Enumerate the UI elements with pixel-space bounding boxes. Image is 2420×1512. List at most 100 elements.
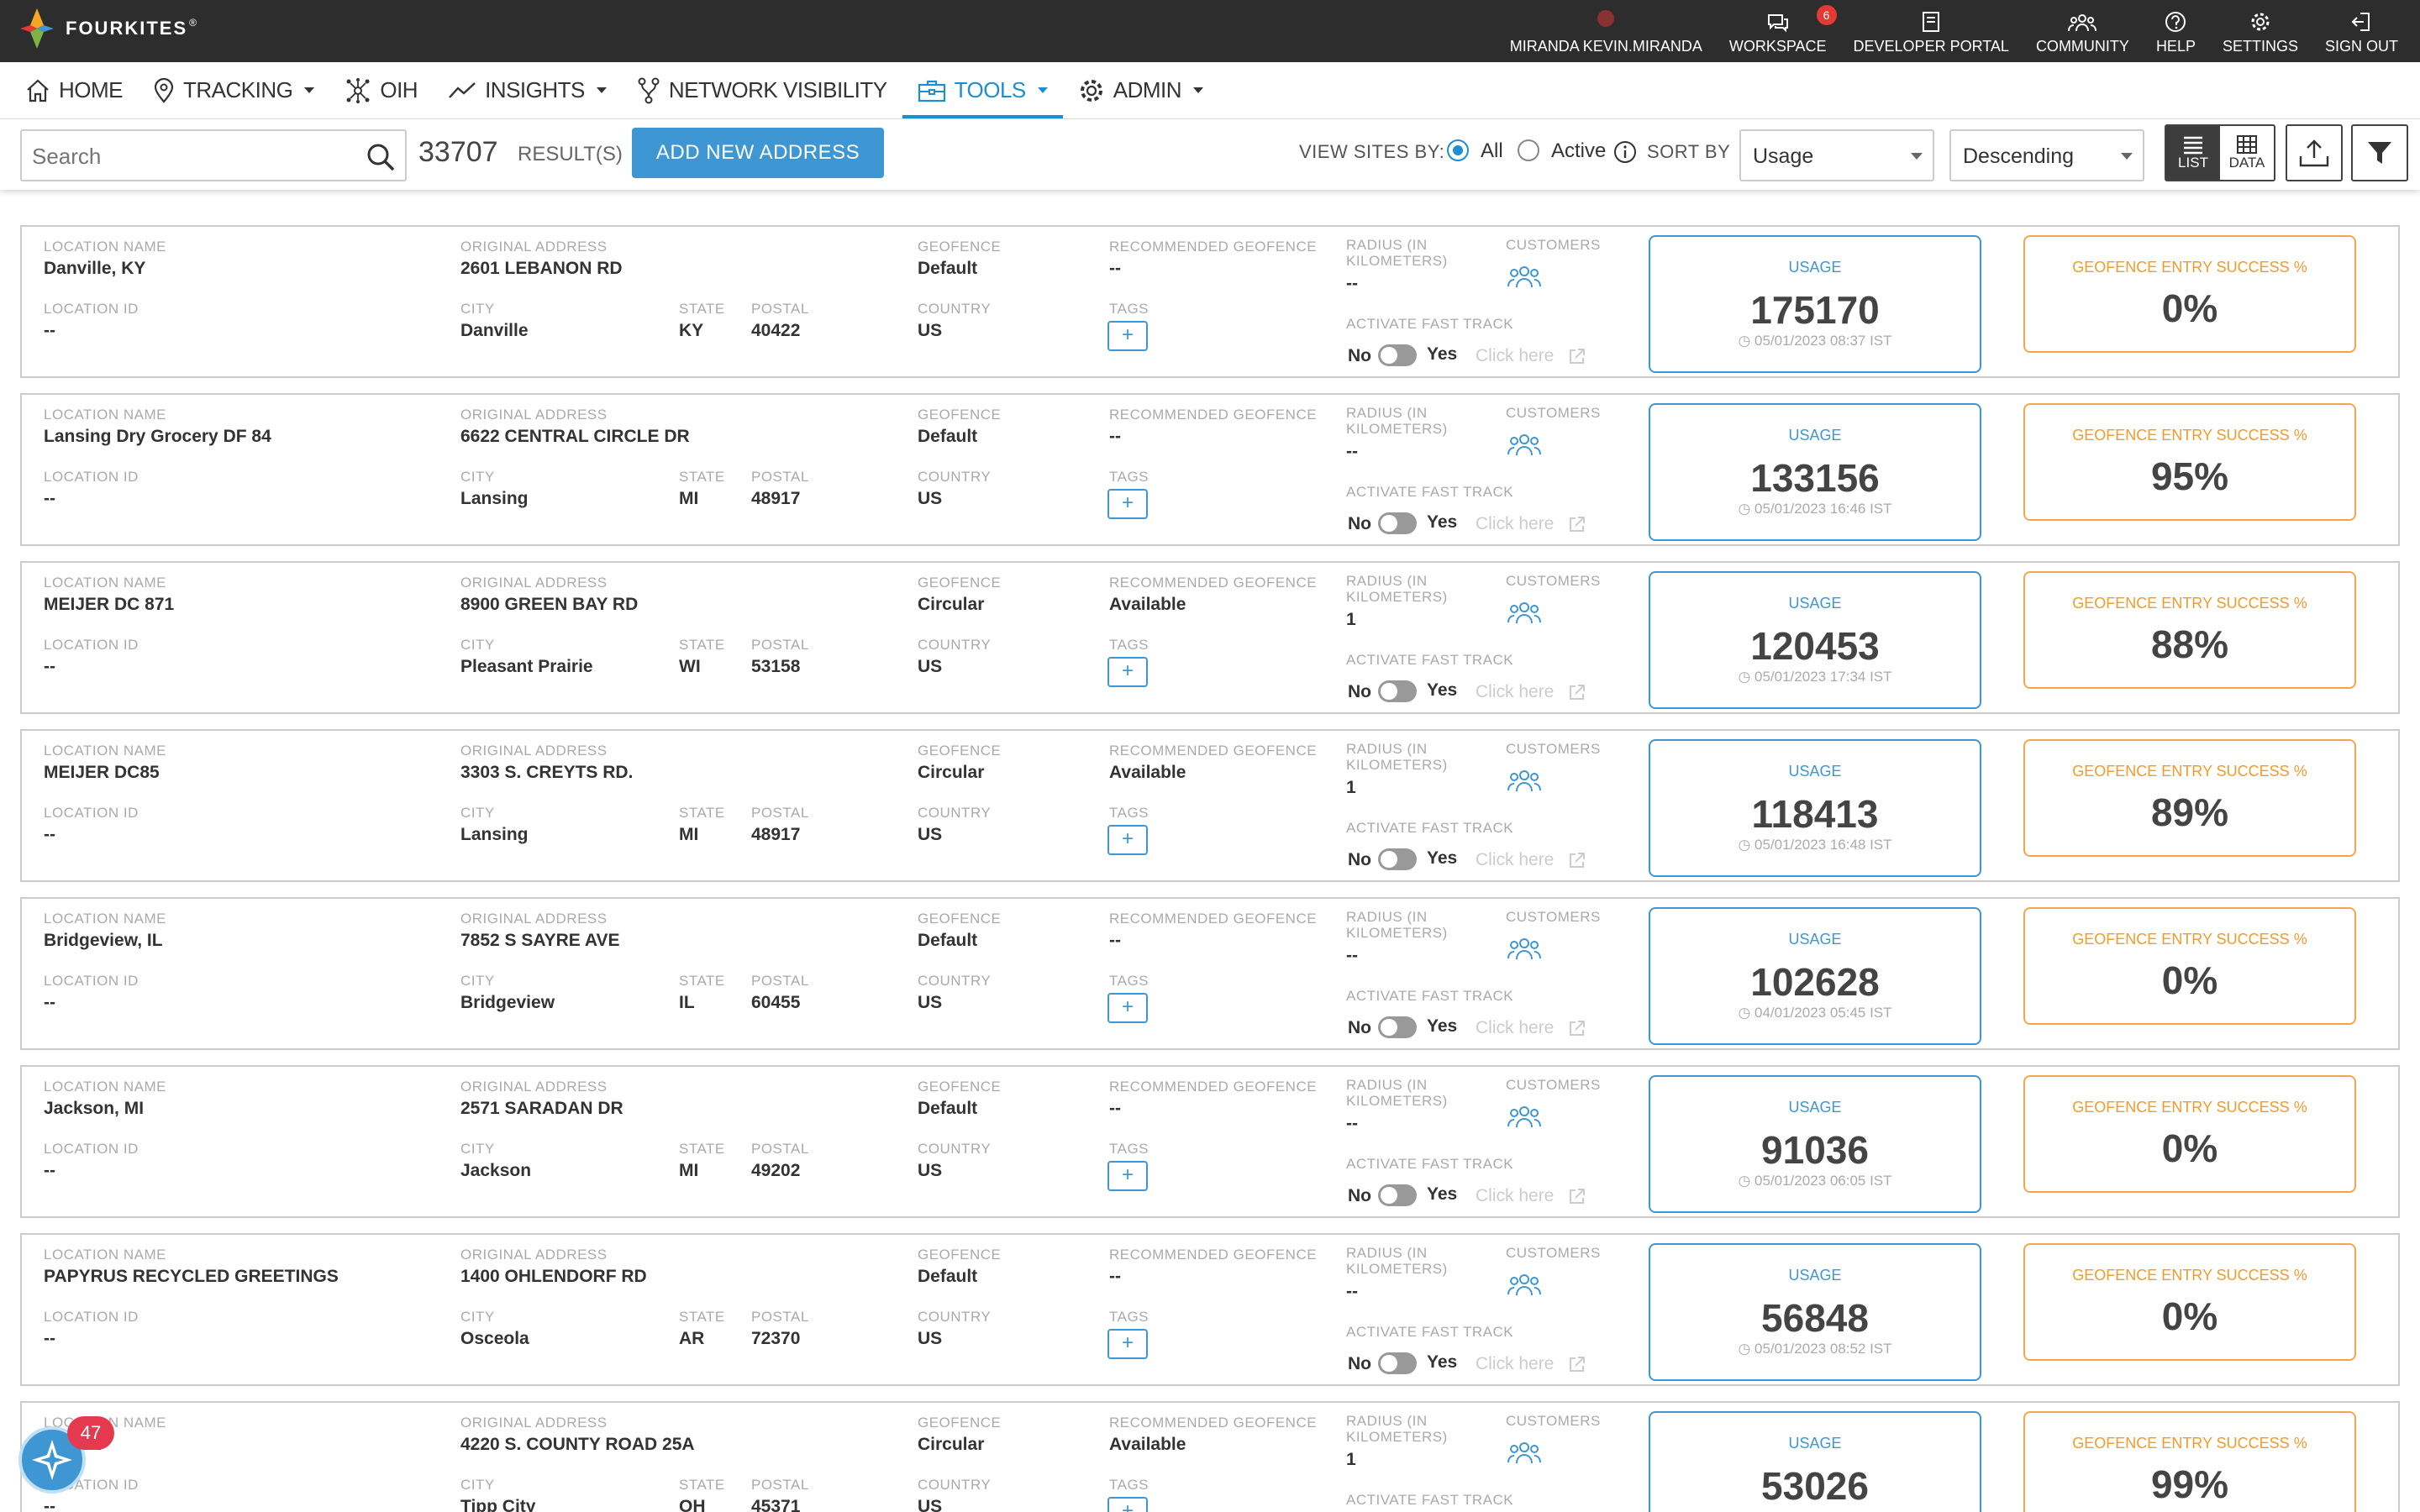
- search-icon[interactable]: [365, 141, 397, 177]
- site-card[interactable]: LOCATION NAME MEIJER DC85 LOCATION ID --…: [20, 729, 2400, 882]
- nav-insights[interactable]: INSIGHTS: [433, 62, 622, 118]
- customers-icon[interactable]: [1507, 1440, 1541, 1465]
- community-button[interactable]: COMMUNITY: [2023, 0, 2143, 62]
- list-view-button[interactable]: LIST: [2166, 126, 2220, 180]
- click-here-link[interactable]: Click here: [1476, 682, 1554, 702]
- click-here-link[interactable]: Click here: [1476, 514, 1554, 534]
- sign-out-button[interactable]: SIGN OUT: [2312, 0, 2412, 62]
- city: Jackson: [460, 1161, 532, 1180]
- activate-fast-track-label: ACTIVATE FAST TRACK: [1346, 988, 1514, 1004]
- radius: 1: [1346, 1450, 1356, 1469]
- customers-icon[interactable]: [1507, 432, 1541, 457]
- fast-track-toggle[interactable]: [1378, 512, 1417, 534]
- site-card[interactable]: LOCATION NAME Danville, KY LOCATION ID -…: [20, 225, 2400, 378]
- add-tag-button[interactable]: +: [1107, 1497, 1148, 1512]
- fast-track-yes: Yes: [1427, 1352, 1458, 1372]
- geofence-success-value: 89%: [2150, 790, 2229, 834]
- customers-icon[interactable]: [1507, 1272, 1541, 1297]
- branch-icon: [638, 77, 660, 103]
- nav-oih[interactable]: OIH: [329, 62, 433, 118]
- customers-icon[interactable]: [1507, 264, 1541, 289]
- site-card[interactable]: LOCATION NAME DF 802 LOCATION ID -- ORIG…: [20, 1401, 2400, 1512]
- tags-label: TAGS: [1109, 1141, 1150, 1157]
- geofence-success-label: GEOFENCE ENTRY SUCCESS %: [2072, 1435, 2307, 1452]
- customers-icon[interactable]: [1507, 768, 1541, 793]
- fast-track-toggle[interactable]: [1378, 848, 1417, 870]
- customers-icon[interactable]: [1507, 1104, 1541, 1129]
- customers-icon[interactable]: [1507, 936, 1541, 961]
- add-new-address-button[interactable]: ADD NEW ADDRESS: [632, 128, 884, 178]
- nav-network-visibility[interactable]: NETWORK VISIBILITY: [622, 62, 902, 118]
- fast-track-toggle[interactable]: [1378, 1352, 1417, 1374]
- add-tag-button[interactable]: +: [1107, 489, 1148, 519]
- site-card[interactable]: LOCATION NAME MEIJER DC 871 LOCATION ID …: [20, 561, 2400, 714]
- add-tag-button[interactable]: +: [1107, 1161, 1148, 1191]
- geofence-success-label: GEOFENCE ENTRY SUCCESS %: [2072, 763, 2307, 780]
- fast-track-toggle[interactable]: [1378, 1016, 1417, 1038]
- nav-home[interactable]: HOME: [10, 62, 138, 118]
- usage-box: USAGE 133156 ◷ 05/01/2023 16:46 IST: [1649, 403, 1981, 541]
- click-here-link[interactable]: Click here: [1476, 1354, 1554, 1374]
- settings-button[interactable]: SETTINGS: [2209, 0, 2312, 62]
- top-bar: FOURKITES ® MIRANDA KEVIN.MIRANDA 6 WORK…: [0, 0, 2420, 62]
- click-here-link[interactable]: Click here: [1476, 1186, 1554, 1206]
- click-here-link[interactable]: Click here: [1476, 850, 1554, 870]
- nav-tracking[interactable]: TRACKING: [138, 62, 329, 118]
- site-card[interactable]: LOCATION NAME PAPYRUS RECYCLED GREETINGS…: [20, 1233, 2400, 1386]
- customers-label: CUSTOMERS: [1506, 1413, 1601, 1429]
- data-view-button[interactable]: DATA: [2220, 126, 2274, 180]
- developer-portal-button[interactable]: DEVELOPER PORTAL: [1840, 0, 2023, 62]
- search-input[interactable]: [32, 139, 351, 173]
- click-here-link[interactable]: Click here: [1476, 346, 1554, 366]
- site-card[interactable]: LOCATION NAME Bridgeview, IL LOCATION ID…: [20, 897, 2400, 1050]
- location-name: Danville, KY: [44, 259, 146, 278]
- city: Danville: [460, 321, 529, 340]
- nav-admin[interactable]: ADMIN: [1063, 62, 1218, 118]
- original-address-label: ORIGINAL ADDRESS: [460, 575, 608, 591]
- fast-track-toggle[interactable]: [1378, 344, 1417, 366]
- fast-track-toggle[interactable]: [1378, 1184, 1417, 1206]
- city: Lansing: [460, 825, 529, 844]
- add-tag-button[interactable]: +: [1107, 993, 1148, 1023]
- customers-icon[interactable]: [1507, 600, 1541, 625]
- radio-all[interactable]: [1447, 139, 1469, 161]
- fourkites-logo[interactable]: FOURKITES ®: [18, 7, 197, 50]
- usage-box: USAGE 91036 ◷ 05/01/2023 06:05 IST: [1649, 1075, 1981, 1213]
- chevron-down-icon: [2121, 153, 2133, 160]
- original-address-label: ORIGINAL ADDRESS: [460, 1079, 608, 1095]
- radio-all-label: All: [1481, 139, 1503, 162]
- state-label: STATE: [679, 637, 725, 653]
- radius: --: [1346, 1282, 1358, 1301]
- fast-track-toggle[interactable]: [1378, 680, 1417, 702]
- state: MI: [679, 825, 699, 844]
- add-tag-button[interactable]: +: [1107, 825, 1148, 855]
- state: AR: [679, 1329, 705, 1348]
- location-name: Lansing Dry Grocery DF 84: [44, 427, 271, 446]
- customers-label: CUSTOMERS: [1506, 405, 1601, 421]
- nav-tools[interactable]: TOOLS: [902, 62, 1063, 118]
- city-label: CITY: [460, 805, 495, 821]
- location-name: Jackson, MI: [44, 1099, 145, 1118]
- info-icon[interactable]: [1613, 140, 1637, 164]
- city-label: CITY: [460, 1309, 495, 1325]
- add-tag-button[interactable]: +: [1107, 657, 1148, 687]
- filter-button[interactable]: [2351, 124, 2408, 181]
- site-card[interactable]: LOCATION NAME Lansing Dry Grocery DF 84 …: [20, 393, 2400, 546]
- postal-label: POSTAL: [751, 1141, 809, 1157]
- sort-field-select[interactable]: Usage: [1739, 129, 1934, 181]
- sort-order-select[interactable]: Descending: [1949, 129, 2144, 181]
- site-card[interactable]: LOCATION NAME Jackson, MI LOCATION ID --…: [20, 1065, 2400, 1218]
- add-tag-button[interactable]: +: [1107, 321, 1148, 351]
- click-here-link[interactable]: Click here: [1476, 1018, 1554, 1038]
- radio-active[interactable]: [1518, 139, 1539, 161]
- search-box: [20, 129, 407, 181]
- city: Osceola: [460, 1329, 529, 1348]
- original-address: 2601 LEBANON RD: [460, 259, 623, 278]
- export-button[interactable]: [2286, 124, 2343, 181]
- workspace-button[interactable]: 6 WORKSPACE: [1716, 0, 1840, 62]
- main-nav: HOME TRACKING OIH INSIGHTS NETWORK VISIB…: [0, 62, 2420, 119]
- original-address: 8900 GREEN BAY RD: [460, 595, 639, 614]
- add-tag-button[interactable]: +: [1107, 1329, 1148, 1359]
- help-button[interactable]: HELP: [2143, 0, 2209, 62]
- user-menu[interactable]: MIRANDA KEVIN.MIRANDA: [1497, 0, 1716, 62]
